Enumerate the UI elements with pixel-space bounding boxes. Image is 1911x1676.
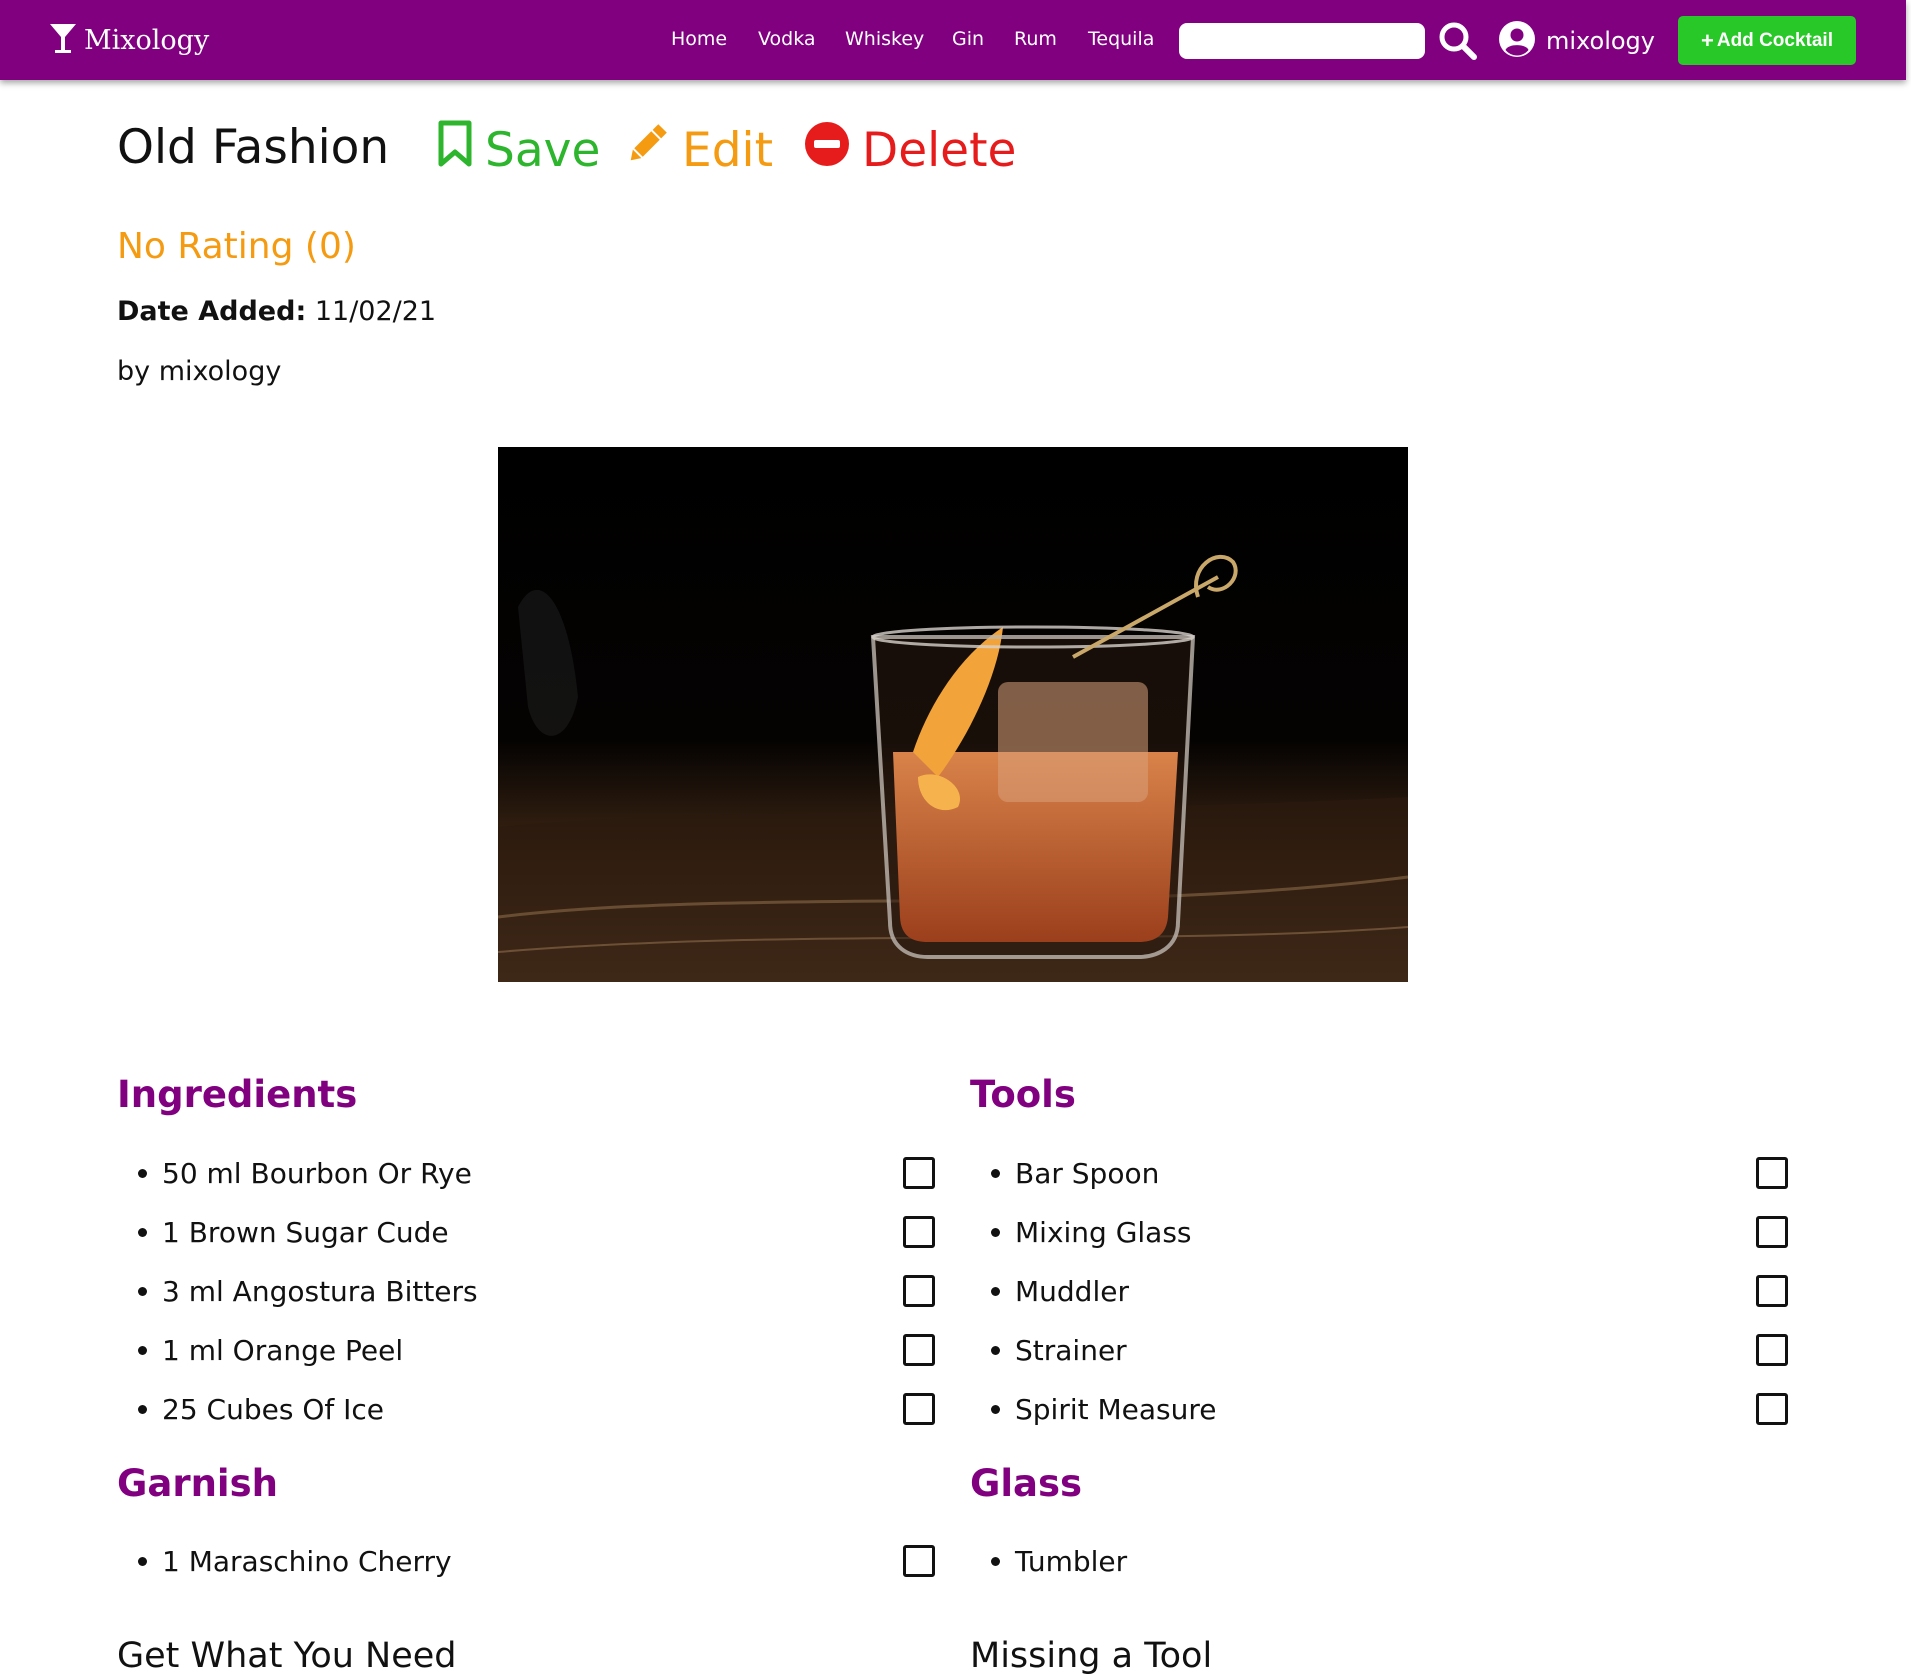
date-added: Date Added: 11/02/21 <box>117 296 436 327</box>
search-icon[interactable] <box>1437 20 1479 62</box>
pencil-icon <box>624 120 682 180</box>
ingredients-list: 50 ml Bourbon Or Rye 1 Brown Sugar Cude … <box>117 1155 947 1450</box>
ingredient-text: 25 Cubes Of Ice <box>162 1393 384 1426</box>
edit-label: Edit <box>682 122 774 178</box>
garnish-heading: Garnish <box>117 1462 278 1505</box>
list-item: Muddler <box>970 1273 1800 1332</box>
garnish-text: 1 Maraschino Cherry <box>162 1545 452 1578</box>
plus-icon: + <box>1701 27 1714 53</box>
cocktail-title: Old Fashion <box>117 120 390 175</box>
list-item: 1 Maraschino Cherry <box>117 1543 947 1602</box>
ingredient-checkbox[interactable] <box>903 1157 935 1189</box>
date-value: 11/02/21 <box>314 296 437 327</box>
add-cocktail-button[interactable]: + Add Cocktail <box>1678 16 1856 65</box>
tool-text: Bar Spoon <box>1015 1157 1160 1190</box>
garnish-checkbox[interactable] <box>903 1545 935 1577</box>
garnish-list: 1 Maraschino Cherry <box>117 1543 947 1602</box>
add-cocktail-label: Add Cocktail <box>1716 29 1833 51</box>
save-button[interactable]: Save <box>437 120 600 180</box>
bullet <box>991 1346 1000 1355</box>
bullet <box>991 1557 1000 1566</box>
nav-whiskey[interactable]: Whiskey <box>845 28 924 50</box>
nav-home[interactable]: Home <box>671 28 727 50</box>
delete-label: Delete <box>862 122 1017 178</box>
user-avatar-icon <box>1498 20 1536 62</box>
ingredient-text: 1 Brown Sugar Cude <box>162 1216 449 1249</box>
bookmark-icon <box>437 120 485 180</box>
tools-heading: Tools <box>970 1073 1076 1116</box>
list-item: Strainer <box>970 1332 1800 1391</box>
cocktail-glass-icon <box>48 21 78 59</box>
ingredient-text: 50 ml Bourbon Or Rye <box>162 1157 472 1190</box>
list-item: 25 Cubes Of Ice <box>117 1391 947 1450</box>
bullet <box>138 1405 147 1414</box>
list-item: 3 ml Angostura Bitters <box>117 1273 947 1332</box>
cocktail-photo <box>498 447 1408 982</box>
minus-circle-icon <box>804 121 862 179</box>
rating-text: No Rating (0) <box>117 226 356 267</box>
navbar: Mixology Home Vodka Whiskey Gin Rum Tequ… <box>0 0 1906 80</box>
tool-checkbox[interactable] <box>1756 1275 1788 1307</box>
save-label: Save <box>485 122 601 178</box>
ingredient-checkbox[interactable] <box>903 1393 935 1425</box>
tool-checkbox[interactable] <box>1756 1393 1788 1425</box>
bullet <box>138 1557 147 1566</box>
brand-name: Mixology <box>84 24 210 56</box>
list-item: Spirit Measure <box>970 1391 1800 1450</box>
bullet <box>991 1228 1000 1237</box>
tool-checkbox[interactable] <box>1756 1216 1788 1248</box>
tool-text: Mixing Glass <box>1015 1216 1192 1249</box>
glass-heading: Glass <box>970 1462 1083 1505</box>
ingredient-checkbox[interactable] <box>903 1275 935 1307</box>
list-item: 50 ml Bourbon Or Rye <box>117 1155 947 1214</box>
delete-button[interactable]: Delete <box>804 120 1016 180</box>
bullet <box>138 1287 147 1296</box>
tool-checkbox[interactable] <box>1756 1334 1788 1366</box>
tool-text: Muddler <box>1015 1275 1129 1308</box>
search-input[interactable] <box>1179 23 1425 59</box>
ingredient-checkbox[interactable] <box>903 1334 935 1366</box>
tools-list: Bar Spoon Mixing Glass Muddler Strainer … <box>970 1155 1800 1450</box>
list-item: Bar Spoon <box>970 1155 1800 1214</box>
username: mixology <box>1546 27 1655 55</box>
edit-button[interactable]: Edit <box>624 120 773 180</box>
glass-text: Tumbler <box>1015 1545 1128 1578</box>
ingredient-text: 1 ml Orange Peel <box>162 1334 404 1367</box>
tool-text: Strainer <box>1015 1334 1127 1367</box>
list-item: Tumbler <box>970 1543 1800 1602</box>
author-byline: by mixology <box>117 356 282 387</box>
bullet <box>138 1169 147 1178</box>
get-what-you-need-heading: Get What You Need <box>117 1636 457 1676</box>
tool-checkbox[interactable] <box>1756 1157 1788 1189</box>
tool-text: Spirit Measure <box>1015 1393 1217 1426</box>
user-menu[interactable]: mixology <box>1498 20 1655 62</box>
glass-list: Tumbler <box>970 1543 1800 1602</box>
list-item: 1 Brown Sugar Cude <box>117 1214 947 1273</box>
bullet <box>991 1169 1000 1178</box>
brand-logo-link[interactable]: Mixology <box>48 20 209 60</box>
ingredient-checkbox[interactable] <box>903 1216 935 1248</box>
nav-tequila[interactable]: Tequila <box>1088 28 1154 50</box>
list-item: Mixing Glass <box>970 1214 1800 1273</box>
bullet <box>138 1228 147 1237</box>
nav-vodka[interactable]: Vodka <box>758 28 816 50</box>
list-item: 1 ml Orange Peel <box>117 1332 947 1391</box>
bullet <box>991 1405 1000 1414</box>
date-label: Date Added: <box>117 296 307 327</box>
ingredient-text: 3 ml Angostura Bitters <box>162 1275 478 1308</box>
missing-a-tool-heading: Missing a Tool <box>970 1636 1213 1676</box>
bullet <box>991 1287 1000 1296</box>
nav-rum[interactable]: Rum <box>1014 28 1057 50</box>
nav-gin[interactable]: Gin <box>952 28 984 50</box>
ingredients-heading: Ingredients <box>117 1073 358 1116</box>
bullet <box>138 1346 147 1355</box>
